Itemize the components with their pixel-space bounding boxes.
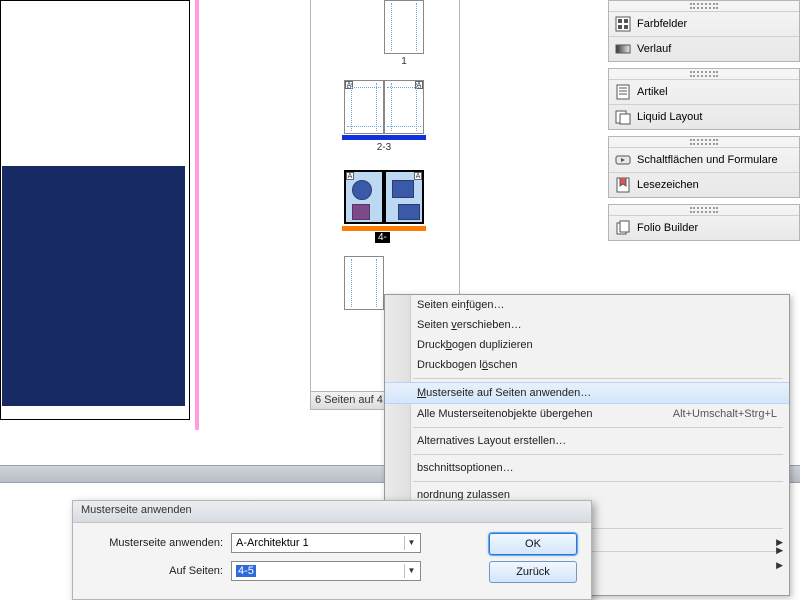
buttons-forms-icon [615,152,631,168]
page-thumb-5[interactable]: A [384,170,424,224]
menu-label: Druckbogen löschen [417,359,517,371]
panel-group-4: Folio Builder [608,204,800,241]
liquid-layout-icon [615,109,631,125]
panel-label: Verlauf [637,43,671,55]
page-label-23: 2-3 [344,142,424,153]
panel-artikel[interactable]: Artikel [609,79,799,104]
menu-label: Seiten verschieben… [417,319,522,331]
pages-value: 4-5 [236,565,256,577]
grip-icon[interactable] [690,3,718,9]
menu-label: Seiten einfügen… [417,299,504,311]
panel-group-3: Schaltflächen und Formulare Lesezeichen [608,136,800,198]
menu-label: Alternatives Layout erstellen… [417,435,566,447]
page-thumb-2[interactable]: A [344,80,384,134]
page-thumb-6[interactable] [344,256,384,310]
menu-apply-master[interactable]: Musterseite auf Seiten anwenden… [385,382,789,404]
shape-rect-purple [352,204,370,220]
panel-schaltflaechen[interactable]: Schaltflächen und Formulare [609,147,799,172]
menu-separator [413,481,783,482]
master-tag: A [346,172,354,180]
page-blue-block [2,166,185,406]
bookmark-icon [615,177,631,193]
menu-label: bschnittsoptionen… [417,462,514,474]
master-value: A-Architektur 1 [236,537,309,549]
menu-alt-layout[interactable]: Alternatives Layout erstellen… [385,431,789,451]
panel-lesezeichen[interactable]: Lesezeichen [609,172,799,197]
chevron-right-icon: ▶ [776,560,783,571]
chevron-down-icon: ▼ [404,564,418,578]
grip-icon[interactable] [690,139,718,145]
menu-delete-spread[interactable]: Druckbogen löschen [385,355,789,375]
spread-color-bar-orange [342,226,426,231]
panel-label: Lesezeichen [637,179,699,191]
page-label-45: 4- [375,232,390,243]
dialog-title: Musterseite anwenden [73,501,591,523]
ok-button[interactable]: OK [489,533,577,555]
menu-insert-pages[interactable]: Seiten einfügen… [385,295,789,315]
menu-separator [413,427,783,428]
panel-liquid-layout[interactable]: Liquid Layout [609,104,799,129]
menu-section-options[interactable]: bschnittsoptionen… [385,458,789,478]
page-frame [0,0,190,420]
shape-rect-blue [392,180,414,198]
menu-label: Druckbogen duplizieren [417,339,533,351]
panel-label: Liquid Layout [637,111,702,123]
document-canvas [0,0,205,430]
shape-rect-blue2 [398,204,420,220]
menu-duplicate-spread[interactable]: Druckbogen duplizieren [385,335,789,355]
panel-folio-builder[interactable]: Folio Builder [609,215,799,240]
gradient-icon [615,41,631,57]
panel-label: Farbfelder [637,18,687,30]
page-label-1: 1 [384,56,424,67]
master-tag: A [414,172,422,180]
page-thumb-4[interactable]: A [344,170,384,224]
label-apply-master: Musterseite anwenden: [83,537,231,549]
menu-override-master[interactable]: Alle Musterseitenobjekte übergehen Alt+Um… [385,404,789,424]
panel-group-1: Farbfelder Verlauf [608,0,800,62]
spread-color-bar [342,135,426,140]
page-thumb-1[interactable] [384,0,424,54]
grip-icon[interactable] [690,207,718,213]
shape-circle [352,180,372,200]
chevron-down-icon: ▼ [404,536,418,550]
master-dropdown[interactable]: A-Architektur 1 ▼ [231,533,421,553]
panel-verlauf[interactable]: Verlauf [609,36,799,61]
menu-shortcut: Alt+Umschalt+Strg+L [673,408,777,420]
menu-separator [413,378,783,379]
panel-label: Artikel [637,86,668,98]
panel-label: Folio Builder [637,222,698,234]
folio-icon [615,220,631,236]
menu-separator [413,454,783,455]
article-icon [615,84,631,100]
panel-label: Schaltflächen und Formulare [637,154,778,166]
back-button[interactable]: Zurück [489,561,577,583]
label-to-pages: Auf Seiten: [83,565,231,577]
swatches-icon [615,16,631,32]
apply-master-dialog: Musterseite anwenden Musterseite anwende… [72,500,592,600]
menu-label: Musterseite auf Seiten anwenden… [417,387,591,399]
grip-icon[interactable] [690,71,718,77]
panel-group-2: Artikel Liquid Layout [608,68,800,130]
bleed-guide [195,0,199,430]
menu-move-pages[interactable]: Seiten verschieben… [385,315,789,335]
panel-farbfelder[interactable]: Farbfelder [609,11,799,36]
menu-label: Alle Musterseitenobjekte übergehen [417,408,593,420]
pages-input[interactable]: 4-5 ▼ [231,561,421,581]
page-thumb-3[interactable]: A [384,80,424,134]
